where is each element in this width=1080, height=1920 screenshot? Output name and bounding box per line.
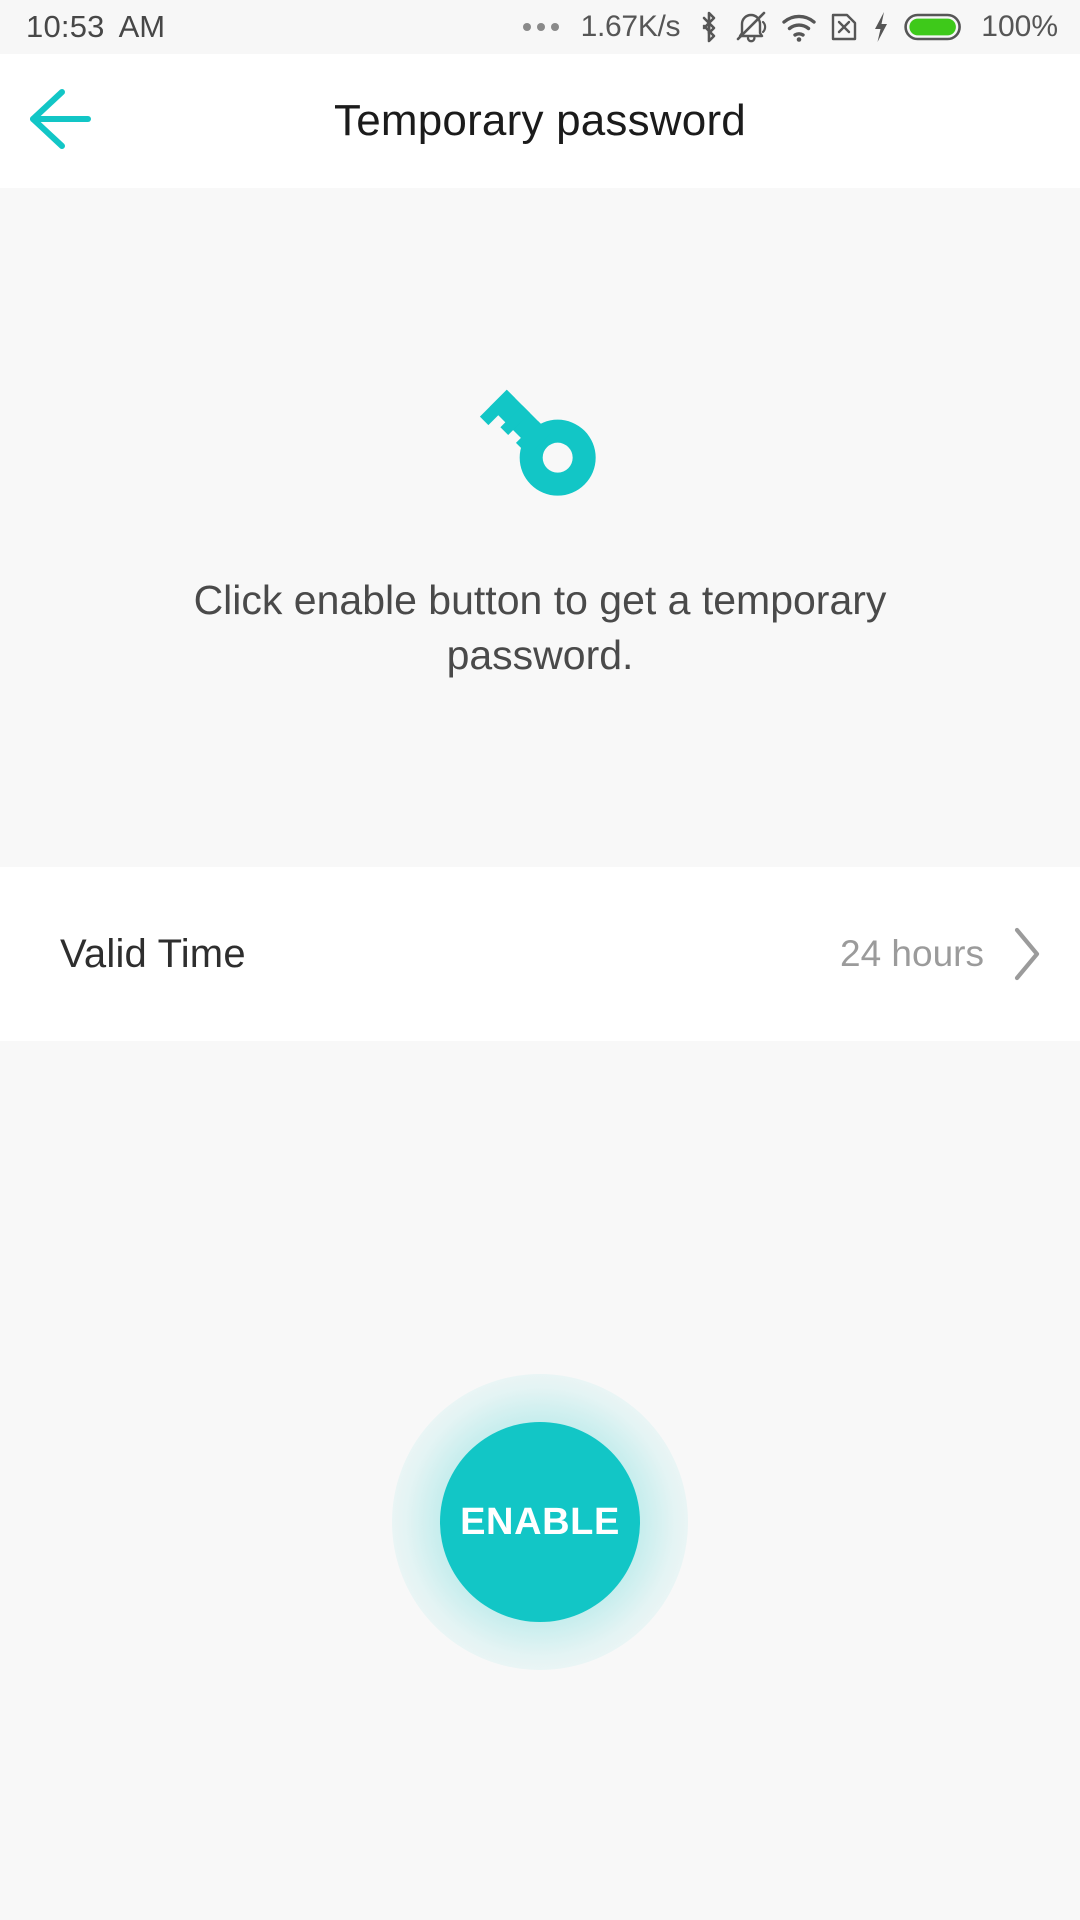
- enable-button[interactable]: ENABLE: [440, 1422, 640, 1622]
- battery-full-icon: [904, 11, 962, 43]
- status-bar-icons: 1.67K/s 100%: [522, 9, 1058, 45]
- valid-time-label: Valid Time: [60, 931, 246, 976]
- enable-button-label: ENABLE: [460, 1500, 620, 1543]
- battery-percent-label: 100%: [981, 10, 1058, 43]
- status-bar-time: 10:53: [26, 9, 105, 44]
- more-dots-icon: [522, 23, 559, 31]
- key-icon: [465, 370, 615, 510]
- bell-muted-icon: [734, 9, 768, 45]
- network-speed-label: 1.67K/s: [580, 10, 681, 43]
- page-title: Temporary password: [334, 96, 746, 145]
- valid-time-value: 24 hours: [840, 933, 984, 974]
- back-button[interactable]: [0, 54, 128, 188]
- lightning-bolt-icon: [871, 10, 891, 44]
- wifi-icon: [781, 11, 817, 43]
- enable-button-wrap: ENABLE: [392, 1374, 688, 1670]
- app-header: Temporary password: [0, 54, 1080, 188]
- hero-message: Click enable button to get a temporary p…: [193, 577, 887, 678]
- chevron-right-icon: [1010, 925, 1044, 983]
- status-bar-ampm: AM: [118, 9, 166, 44]
- valid-time-row[interactable]: Valid Time 24 hours: [0, 867, 1080, 1041]
- status-bar: 10:53 AM 1.67K/s 100%: [0, 0, 1080, 54]
- hero-panel: Click enable button to get a temporary p…: [0, 188, 1080, 867]
- no-sim-icon: [830, 11, 858, 43]
- bluetooth-icon: [697, 9, 721, 45]
- temporary-password-screen: 10:53 AM 1.67K/s 100% Temporary password…: [0, 0, 1080, 1920]
- back-arrow-icon: [26, 86, 102, 157]
